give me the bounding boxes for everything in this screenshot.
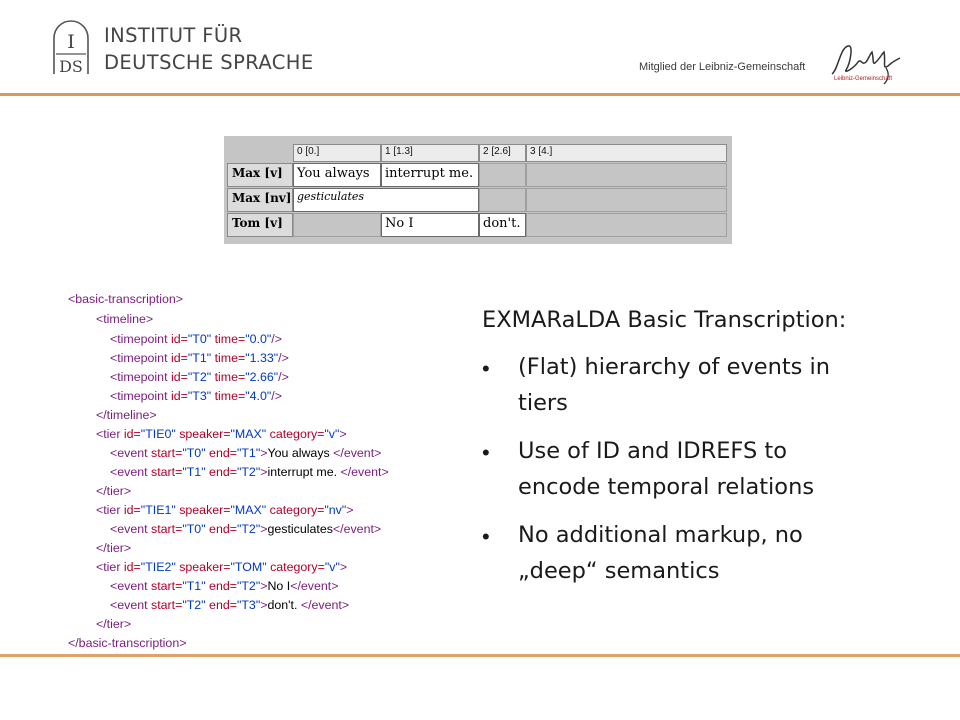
bullet-text-3: No additional markup, no „deep“ semantic… bbox=[518, 517, 898, 589]
bullet-marker: • bbox=[482, 440, 490, 465]
timeline-header-0: 0 [0.] bbox=[293, 144, 381, 162]
institute-line-1: INSTITUT FÜR bbox=[104, 24, 243, 47]
event-cell: No I bbox=[381, 213, 479, 237]
svg-text:DS: DS bbox=[59, 57, 83, 76]
bullet-line: „deep“ semantics bbox=[518, 558, 720, 584]
leibniz-logo-icon: Leibniz-Gemeinschaft bbox=[831, 45, 901, 85]
tier-label-max-nv: Max [nv] bbox=[227, 188, 293, 212]
xml-line: <tier id="TIE2" speaker="TOM" category="… bbox=[96, 560, 348, 574]
corner-cell bbox=[227, 144, 293, 162]
bullet-line: encode temporal relations bbox=[518, 474, 815, 500]
xml-line: </tier> bbox=[96, 541, 132, 555]
institute-line-2: DEUTSCHE SPRACHE bbox=[104, 51, 314, 74]
xml-line: <timepoint id="T3" time="4.0"/> bbox=[110, 389, 282, 403]
xml-line: <event start="T1" end="T2">interrupt me.… bbox=[110, 465, 389, 479]
xml-line: <event start="T2" end="T3">don't. </even… bbox=[110, 598, 350, 612]
xml-line: <timeline> bbox=[96, 312, 154, 326]
score-view-table: 0 [0.] 1 [1.3] 2 [2.6] 3 [4.] Max [v] Yo… bbox=[224, 136, 732, 244]
bullet-text-2: Use of ID and IDREFS to encode temporal … bbox=[518, 433, 898, 505]
timeline-header-2: 2 [2.6] bbox=[479, 144, 526, 162]
tier-label-tom-v: Tom [v] bbox=[227, 213, 293, 237]
empty-cell bbox=[526, 188, 727, 212]
slide-heading: EXMARaLDA Basic Transcription: bbox=[482, 307, 847, 333]
footer-rule bbox=[0, 654, 960, 657]
empty-cell bbox=[526, 213, 727, 237]
event-cell: don't. bbox=[479, 213, 526, 237]
bullet-line: tiers bbox=[518, 390, 568, 416]
event-cell: You always bbox=[293, 163, 381, 187]
tier-label-max-v: Max [v] bbox=[227, 163, 293, 187]
xml-line: <timepoint id="T2" time="2.66"/> bbox=[110, 370, 289, 384]
svg-text:I: I bbox=[67, 31, 75, 53]
institute-name: INSTITUT FÜR DEUTSCHE SPRACHE bbox=[104, 22, 314, 76]
membership-text: Mitglied der Leibniz-Gemeinschaft bbox=[639, 61, 806, 73]
xml-line: <timepoint id="T0" time="0.0"/> bbox=[110, 332, 282, 346]
header-rule bbox=[0, 93, 960, 96]
bullet-line: No additional markup, no bbox=[518, 522, 803, 548]
svg-text:Leibniz-Gemeinschaft: Leibniz-Gemeinschaft bbox=[834, 76, 892, 82]
xml-line: <event start="T0" end="T1">You always </… bbox=[110, 446, 382, 460]
xml-listing: <basic-transcription> <timeline> <timepo… bbox=[64, 288, 449, 658]
xml-line: </timeline> bbox=[96, 408, 157, 422]
empty-cell bbox=[526, 163, 727, 187]
xml-line: <tier id="TIE1" speaker="MAX" category="… bbox=[96, 503, 354, 517]
xml-line: <event start="T0" end="T2">gesticulates<… bbox=[110, 522, 382, 536]
event-cell: interrupt me. bbox=[381, 163, 479, 187]
xml-line: </basic-transcription> bbox=[68, 636, 187, 650]
empty-cell bbox=[479, 163, 526, 187]
xml-line: <tier id="TIE0" speaker="MAX" category="… bbox=[96, 427, 347, 441]
empty-cell bbox=[293, 213, 381, 237]
xml-line: </tier> bbox=[96, 484, 132, 498]
bullet-line: Use of ID and IDREFS to bbox=[518, 438, 788, 464]
bullet-marker: • bbox=[482, 524, 490, 549]
bullet-text-1: (Flat) hierarchy of events in tiers bbox=[518, 349, 898, 421]
empty-cell bbox=[479, 188, 526, 212]
bullet-marker: • bbox=[482, 356, 490, 381]
bullet-line: (Flat) hierarchy of events in bbox=[518, 354, 831, 380]
event-cell: gesticulates bbox=[293, 188, 479, 212]
timeline-header-1: 1 [1.3] bbox=[381, 144, 479, 162]
timeline-header-3: 3 [4.] bbox=[526, 144, 727, 162]
xml-line: </tier> bbox=[96, 617, 132, 631]
xml-line: <event start="T1" end="T2">No I</event> bbox=[110, 579, 339, 593]
ids-logo-icon: I DS bbox=[53, 20, 89, 76]
xml-line: <basic-transcription> bbox=[68, 292, 184, 306]
xml-line: <timepoint id="T1" time="1.33"/> bbox=[110, 351, 289, 365]
